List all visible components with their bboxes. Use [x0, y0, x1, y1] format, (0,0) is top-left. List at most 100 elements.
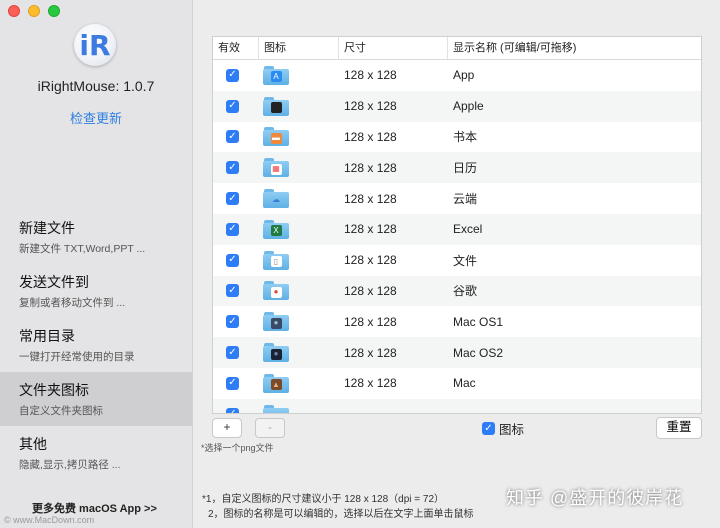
row-name-cell[interactable]: 文件 [448, 252, 701, 269]
app-store-icon[interactable]: A [263, 65, 289, 85]
app-window: iR iRightMouse: 1.0.7 检查更新 新建文件新建文件 TXT,… [0, 0, 720, 528]
chrome-icon[interactable]: ● [263, 281, 289, 301]
sidebar-item-title: 常用目录 [19, 328, 75, 344]
row-enabled-cell: ✓ [213, 284, 259, 298]
sidebar-item[interactable]: 发送文件到复制或者移动文件到 ... [0, 264, 192, 318]
document-icon[interactable]: ▯ [263, 250, 289, 270]
notes: *1，自定义图标的尺寸建议小于 128 x 128（dpi = 72） 2，图标… [202, 492, 474, 522]
row-icon-cell: ☁ [259, 189, 339, 209]
row-name-cell[interactable]: 日历 [448, 159, 701, 176]
book-icon[interactable]: ▬ [263, 127, 289, 147]
sidebar-item[interactable]: 其他 隐藏,显示,拷贝路径 ... [0, 426, 192, 480]
enabled-checkbox[interactable]: ✓ [226, 407, 239, 413]
col-header-enabled[interactable]: 有效 [213, 37, 259, 59]
row-size-cell: 128 x 128 [344, 129, 397, 144]
enabled-checkbox[interactable]: ✓ [226, 376, 239, 390]
enabled-checkbox[interactable]: ✓ [226, 315, 239, 329]
zoom-button[interactable] [48, 5, 60, 17]
sidebar-nav: 新建文件 新建文件 TXT,Word,PPT ... 发送文件到 复制或者移动文件到 … [0, 210, 192, 480]
table-row[interactable]: ✓ ▦ 128 x 128 日历 [213, 152, 701, 184]
macos-icon[interactable]: ● [263, 312, 289, 332]
row-size-cell: 128 x 128 [344, 99, 397, 114]
enabled-checkbox[interactable]: ✓ [226, 284, 239, 298]
row-enabled-cell: ✓ [213, 161, 259, 175]
row-name-cell[interactable]: Mac OS2 [448, 346, 701, 360]
mac-landscape-icon[interactable]: ▲ [263, 373, 289, 393]
row-size-cell: 128 x 128 [344, 253, 397, 268]
note-line-2: 2，图标的名称是可以编辑的，选择以后在文字上面单击鼠标 [208, 509, 474, 520]
table-row[interactable]: ✓ ▲ 128 x 128 Mac [213, 368, 701, 399]
col-header-icon[interactable]: 图标 [259, 37, 339, 59]
row-size-cell: 128 x 128 [344, 314, 397, 329]
table-row[interactable]: ✓ ▯ 128 x 128 文件 [213, 245, 701, 276]
enabled-checkbox[interactable]: ✓ [226, 222, 239, 236]
row-name-cell[interactable]: Mac [448, 376, 701, 390]
row-name-cell[interactable]: Excel [448, 222, 701, 236]
row-icon-cell: ▯ [259, 250, 339, 270]
hint-text: *选择一个png文件 [201, 443, 274, 453]
col-header-size[interactable]: 尺寸 [339, 37, 448, 59]
table-row[interactable]: ✓ ☁ 128 x 128 云端 [213, 183, 701, 214]
enabled-checkbox[interactable]: ✓ [226, 161, 239, 175]
enabled-checkbox[interactable]: ✓ [226, 130, 239, 144]
enabled-checkbox[interactable]: ✓ [226, 346, 239, 360]
macos-dark-icon[interactable]: ● [263, 343, 289, 363]
sidebar-item[interactable]: 常用目录一键打开经常使用的目录 [0, 318, 192, 372]
row-icon-cell: A [259, 65, 339, 85]
apple-icon[interactable] [263, 96, 289, 116]
remove-button[interactable]: - [255, 418, 285, 438]
app-name: iRightMouse: 1.0.7 [37, 78, 155, 94]
row-enabled-cell: ✓ [213, 253, 259, 267]
table-row[interactable]: ✓ ▬ 128 x 128 书本 [213, 122, 701, 153]
row-name-cell[interactable]: Apple [448, 99, 701, 113]
row-icon-cell [259, 96, 339, 116]
sidebar-item[interactable]: 新建文件新建文件 TXT,Word,PPT ... [0, 210, 192, 264]
window-controls [8, 5, 60, 17]
row-icon-cell: ● [259, 312, 339, 332]
show-icon-checkbox[interactable]: ✓ [482, 422, 495, 435]
row-name-cell[interactable]: 云端 [448, 190, 701, 207]
show-icon-toggle[interactable]: ✓ 图标 [482, 419, 524, 438]
sidebar-item-subtitle: 隐藏,显示,拷贝路径 ... [19, 459, 121, 471]
row-icon-cell: ▬ [259, 127, 339, 147]
row-name-cell[interactable]: App [448, 68, 701, 82]
enabled-checkbox[interactable]: ✓ [226, 99, 239, 113]
table-row[interactable]: ✓ ● 128 x 128 谷歌 [213, 275, 701, 307]
add-button[interactable]: + [212, 418, 242, 438]
excel-icon[interactable]: X [263, 219, 289, 239]
sidebar-item-subtitle: 自定义文件夹图标 [19, 405, 103, 417]
row-enabled-cell: ✓ [213, 407, 259, 413]
row-name-cell[interactable]: 谷歌 [448, 282, 701, 299]
cloud-icon[interactable]: ☁ [263, 189, 289, 209]
calendar-icon[interactable]: ▦ [263, 158, 289, 178]
sidebar-item-subtitle: 一键打开经常使用的目录 [19, 351, 135, 363]
reset-button[interactable]: 重置 [656, 417, 702, 439]
table-row[interactable]: ✓ 128 x 128 Apple [213, 90, 701, 122]
sidebar-item-title: 发送文件到 [19, 274, 89, 290]
enabled-checkbox[interactable]: ✓ [226, 192, 239, 206]
col-header-display-name[interactable]: 显示名称 (可编辑/可拖移) [448, 37, 701, 59]
sidebar-item[interactable]: 文件夹图标 自定义文件夹图标 [0, 372, 192, 426]
sidebar-item-subtitle: 新建文件 TXT,Word,PPT ... [19, 243, 146, 255]
enabled-checkbox[interactable]: ✓ [226, 68, 239, 82]
row-enabled-cell: ✓ [213, 192, 259, 206]
table-row[interactable]: ✓ [213, 398, 701, 413]
check-update-link[interactable]: 检查更新 [0, 108, 192, 127]
minimize-button[interactable] [28, 5, 40, 17]
row-name-cell[interactable]: 书本 [448, 128, 701, 145]
table-row[interactable]: ✓ X 128 x 128 Excel [213, 213, 701, 245]
close-button[interactable] [8, 5, 20, 17]
row-name-cell[interactable]: Mac OS1 [448, 315, 701, 329]
sidebar-item-subtitle: 复制或者移动文件到 ... [19, 297, 126, 309]
sidebar-item-title: 新建文件 [19, 220, 75, 236]
row-size-cell: 128 x 128 [344, 345, 397, 360]
folder-icon[interactable] [263, 404, 289, 413]
table-row[interactable]: ✓ ● 128 x 128 Mac OS1 [213, 306, 701, 337]
enabled-checkbox[interactable]: ✓ [226, 253, 239, 267]
more-apps-link[interactable]: 更多免费 macOS App >> [32, 500, 157, 516]
table-row[interactable]: ✓ A 128 x 128 App [213, 60, 701, 91]
row-size-cell: 128 x 128 [344, 68, 397, 83]
row-enabled-cell: ✓ [213, 376, 259, 390]
table-row[interactable]: ✓ ● 128 x 128 Mac OS2 [213, 337, 701, 368]
app-logo-icon: iR [74, 24, 116, 66]
